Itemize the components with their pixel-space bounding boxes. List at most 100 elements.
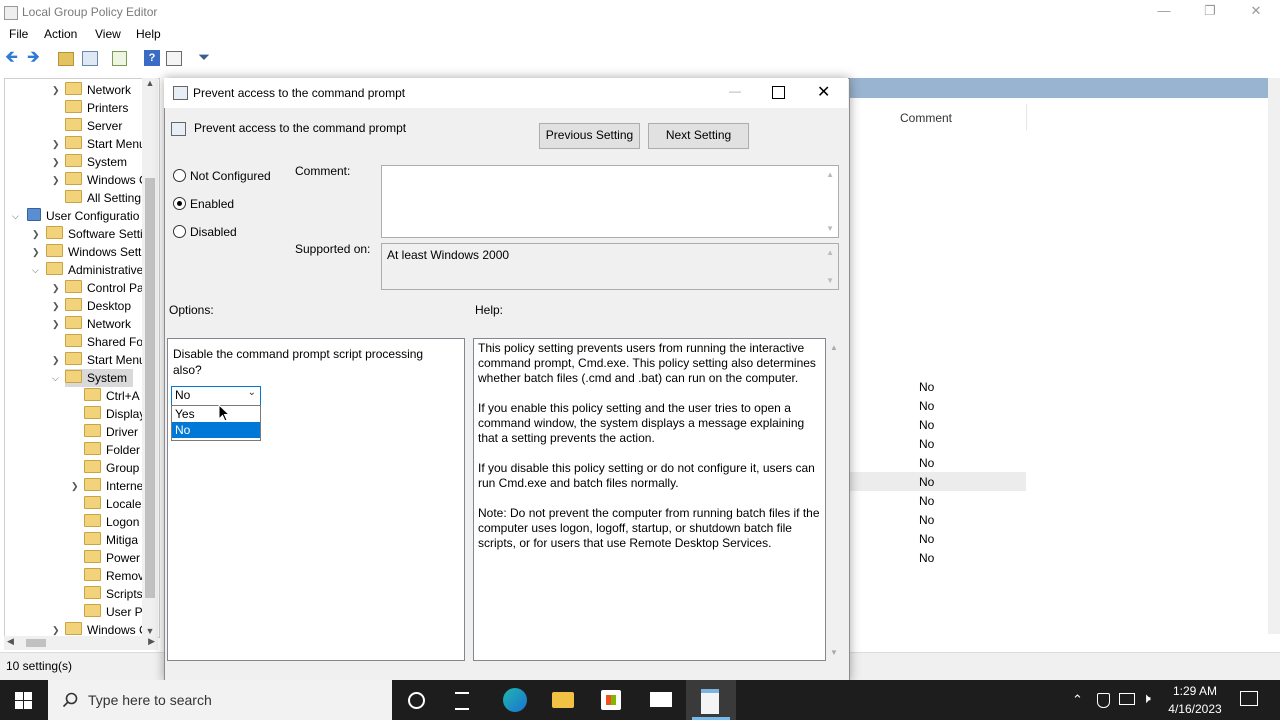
tree-item-printers[interactable]: Printers xyxy=(65,99,128,117)
next-setting-button[interactable]: Next Setting xyxy=(648,123,749,149)
help-scroll-down-icon[interactable]: ▼ xyxy=(830,648,838,657)
expand-arrow-icon[interactable]: ❯ xyxy=(52,319,60,330)
expand-arrow-icon[interactable]: ❯ xyxy=(52,625,60,636)
back-arrow-icon[interactable]: 🡸 xyxy=(5,50,21,66)
previous-setting-button[interactable]: Previous Setting xyxy=(539,123,640,149)
clock-time[interactable]: 1:29 AM xyxy=(1164,684,1226,698)
tree-item-network[interactable]: Network xyxy=(65,81,131,99)
comment-field[interactable]: ▲ ▼ xyxy=(381,165,839,238)
tree-item-mitigation[interactable]: Mitiga xyxy=(84,531,138,549)
tree-item-control-panel[interactable]: Control Pa xyxy=(65,279,144,297)
tree-item-power[interactable]: Power xyxy=(84,549,140,567)
tree-item-ctrl-alt-del[interactable]: Ctrl+A xyxy=(84,387,140,405)
tree-item-scripts[interactable]: Scripts xyxy=(84,585,143,603)
expand-arrow-icon[interactable]: ❯ xyxy=(52,85,60,96)
disabled-label[interactable]: Disabled xyxy=(190,225,237,239)
close-button[interactable]: ✕ xyxy=(1233,0,1279,24)
option-no[interactable]: No xyxy=(172,422,260,438)
tree-item-shared-folders[interactable]: Shared Fol xyxy=(65,333,146,351)
tree-item-server[interactable]: Server xyxy=(65,117,122,135)
tree-item-all-settings[interactable]: All Setting xyxy=(65,189,141,207)
mail-icon[interactable] xyxy=(650,692,672,707)
dialog-maximize-button[interactable] xyxy=(772,86,785,99)
menu-file[interactable]: File xyxy=(9,27,28,41)
expand-arrow-icon[interactable]: ❯ xyxy=(52,355,60,366)
enabled-label[interactable]: Enabled xyxy=(190,197,234,211)
maximize-button[interactable]: ❐ xyxy=(1187,0,1233,24)
tree-horizontal-scrollbar[interactable]: ◀ ▶ xyxy=(4,636,158,650)
tree-vertical-scrollbar[interactable]: ▲ ▼ xyxy=(142,78,158,636)
notifications-icon[interactable] xyxy=(1240,691,1258,706)
tree-item-network-user[interactable]: Network xyxy=(65,315,131,333)
scroll-right-icon[interactable]: ▶ xyxy=(148,636,155,647)
menu-help[interactable]: Help xyxy=(136,27,161,41)
dialog-minimize-button[interactable]: — xyxy=(726,84,744,98)
tree-pane[interactable]: ❯ Network Printers Server ❯ Start Menu ❯… xyxy=(4,78,160,638)
notepad-icon[interactable] xyxy=(701,689,719,714)
export-list-icon[interactable] xyxy=(112,51,127,66)
show-hide-tree-icon[interactable] xyxy=(82,51,98,66)
expand-arrow-icon[interactable]: ❯ xyxy=(32,229,40,240)
not-configured-radio[interactable] xyxy=(173,169,186,182)
tree-item-desktop[interactable]: Desktop xyxy=(65,297,131,315)
enabled-radio[interactable] xyxy=(173,197,186,210)
store-icon[interactable] xyxy=(601,690,621,710)
forward-arrow-icon[interactable]: 🡺 xyxy=(27,50,43,66)
scroll-up-icon[interactable]: ▲ xyxy=(826,248,834,257)
expand-arrow-icon[interactable]: ❯ xyxy=(52,301,60,312)
column-header-comment[interactable]: Comment xyxy=(900,111,952,125)
script-processing-select[interactable]: No ⌄ xyxy=(171,386,261,406)
collapse-arrow-icon[interactable]: ⌵ xyxy=(12,211,19,222)
scroll-thumb[interactable] xyxy=(145,178,155,598)
tree-item-user-configuration[interactable]: User Configuratio xyxy=(27,207,139,225)
help-icon[interactable]: ? xyxy=(144,50,160,66)
menu-action[interactable]: Action xyxy=(44,27,77,41)
tree-item-windows-components[interactable]: Windows C xyxy=(65,171,148,189)
tree-item-windows-settings[interactable]: Windows Sett xyxy=(46,243,141,261)
show-hidden-icons-icon[interactable]: ⌃ xyxy=(1072,692,1083,708)
chevron-down-icon[interactable]: ⌄ xyxy=(248,387,256,398)
tree-item-system-selected[interactable]: System xyxy=(65,369,134,387)
collapse-arrow-icon[interactable]: ⌵ xyxy=(52,373,59,384)
collapse-arrow-icon[interactable]: ⌵ xyxy=(32,265,39,276)
start-button-icon[interactable] xyxy=(15,692,32,709)
volume-icon[interactable]: 🕨 xyxy=(1142,690,1151,707)
tree-item-administrative-templates[interactable]: Administrative xyxy=(46,261,143,279)
file-explorer-icon[interactable] xyxy=(552,692,574,708)
tree-item-system[interactable]: System xyxy=(65,153,127,171)
expand-arrow-icon[interactable]: ❯ xyxy=(52,283,60,294)
dialog-close-button[interactable]: ✕ xyxy=(817,82,830,102)
expand-arrow-icon[interactable]: ❯ xyxy=(71,481,79,492)
security-icon[interactable] xyxy=(1097,693,1110,708)
properties-icon[interactable] xyxy=(166,51,182,66)
edge-browser-icon[interactable] xyxy=(503,688,527,712)
up-folder-icon[interactable] xyxy=(58,52,74,66)
tree-item-start-menu-user[interactable]: Start Menu xyxy=(65,351,146,369)
taskbar-search-box[interactable]: Type here to search xyxy=(48,680,392,720)
expand-arrow-icon[interactable]: ❯ xyxy=(52,157,60,168)
scroll-left-icon[interactable]: ◀ xyxy=(7,636,14,647)
menu-view[interactable]: View xyxy=(95,27,121,41)
tree-item-software-settings[interactable]: Software Setti xyxy=(46,225,143,243)
network-icon[interactable] xyxy=(1119,693,1135,705)
disabled-radio[interactable] xyxy=(173,225,186,238)
task-view-icon[interactable] xyxy=(455,692,469,710)
tree-item-user-profiles[interactable]: User Pr xyxy=(84,603,147,621)
tree-item-group[interactable]: Group xyxy=(84,459,139,477)
minimize-button[interactable]: — xyxy=(1141,0,1187,24)
cortana-icon[interactable] xyxy=(408,692,425,709)
tree-item-start-menu[interactable]: Start Menu xyxy=(65,135,146,153)
clock-date[interactable]: 4/16/2023 xyxy=(1164,702,1226,716)
scroll-thumb[interactable] xyxy=(26,639,46,647)
tree-item-removable[interactable]: Remov xyxy=(84,567,144,585)
expand-arrow-icon[interactable]: ❯ xyxy=(32,247,40,258)
select-dropdown-list[interactable]: Yes No xyxy=(171,405,261,441)
expand-arrow-icon[interactable]: ❯ xyxy=(52,175,60,186)
tree-item-folder[interactable]: Folder xyxy=(84,441,140,459)
help-scroll-up-icon[interactable]: ▲ xyxy=(830,343,838,352)
tree-item-logon[interactable]: Logon xyxy=(84,513,139,531)
scroll-up-icon[interactable]: ▲ xyxy=(826,170,834,179)
tree-item-internet[interactable]: Interne xyxy=(84,477,143,495)
scroll-up-icon[interactable]: ▲ xyxy=(142,78,158,92)
filter-icon[interactable]: ⏷ xyxy=(198,50,214,66)
